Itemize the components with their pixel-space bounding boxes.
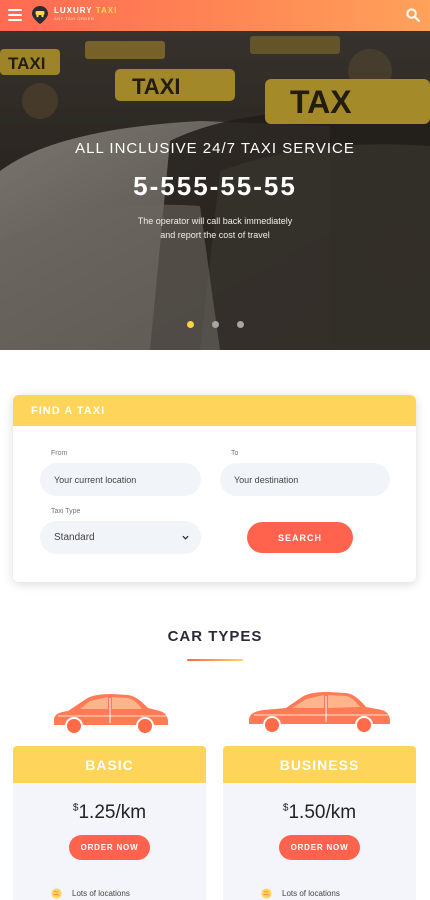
find-taxi-heading: FIND A TAXI xyxy=(13,395,416,426)
to-value: Your destination xyxy=(234,474,299,485)
plan-name: BUSINESS xyxy=(223,746,416,783)
globe-icon xyxy=(51,888,62,899)
find-taxi-form: FIND A TAXI From Your current location T… xyxy=(13,395,416,582)
order-now-button[interactable]: ORDER NOW xyxy=(279,835,360,860)
to-label: To xyxy=(231,450,239,457)
logo-icon xyxy=(32,6,48,24)
logo[interactable]: LUXURY TAXI ANY TAXI ORDER xyxy=(54,6,117,22)
price-value: 1.50/km xyxy=(288,802,357,823)
chevron-down-icon xyxy=(182,535,189,540)
from-label: From xyxy=(51,450,68,457)
slider-dot-2[interactable] xyxy=(211,321,219,328)
taxi-type-label: Taxi Type xyxy=(51,508,81,515)
plan-card-business: BUSINESS $1.50/km ORDER NOW Lots of loca… xyxy=(223,746,416,900)
to-field[interactable]: Your destination xyxy=(220,463,390,496)
globe-icon xyxy=(261,888,272,899)
logo-main: LUXURY xyxy=(54,6,93,15)
order-now-button[interactable]: ORDER NOW xyxy=(69,835,150,860)
hero-subtitle-line1: The operator will call back immediately xyxy=(137,216,293,226)
car-types-title: CAR TYPES xyxy=(167,628,263,645)
sedan-car-icon xyxy=(54,694,168,735)
plan-feature: Lots of locations xyxy=(261,888,340,899)
search-button[interactable]: SEARCH xyxy=(247,522,353,553)
hamburger-icon[interactable] xyxy=(8,9,22,21)
slider-pagination xyxy=(0,321,430,328)
plan-feature: Lots of locations xyxy=(51,888,130,899)
taxi-type-value: Standard xyxy=(54,532,95,543)
header-bar: LUXURY TAXI ANY TAXI ORDER xyxy=(0,0,430,31)
hero-slider: TAXI TAXI TAX ALL INCLUSIVE 24/7 TAXI SE… xyxy=(0,31,430,350)
slider-dot-1[interactable] xyxy=(186,321,194,328)
plan-card-basic: BASIC $1.25/km ORDER NOW Lots of locatio… xyxy=(13,746,206,900)
logo-tagline: ANY TAXI ORDER xyxy=(54,16,95,21)
logo-accent: TAXI xyxy=(95,6,118,15)
hero-content: ALL INCLUSIVE 24/7 TAXI SERVICE 5-555-55… xyxy=(0,31,430,350)
from-field[interactable]: Your current location xyxy=(40,463,201,496)
plan-price: $1.25/km xyxy=(13,802,206,824)
title-underline xyxy=(187,659,243,661)
search-icon[interactable] xyxy=(406,8,420,22)
plan-name: BASIC xyxy=(13,746,206,783)
plan-feature-text: Lots of locations xyxy=(282,889,340,898)
price-value: 1.25/km xyxy=(78,802,147,823)
taxi-type-select[interactable]: Standard xyxy=(40,521,201,554)
from-value: Your current location xyxy=(54,474,137,485)
plan-feature-text: Lots of locations xyxy=(72,889,130,898)
business-car-icon xyxy=(249,692,390,734)
slider-dot-3[interactable] xyxy=(236,321,244,328)
hero-phone-number[interactable]: 5-555-55-55 xyxy=(0,171,430,202)
hero-subtitle-line2: and report the cost of travel xyxy=(160,230,270,240)
plan-price: $1.50/km xyxy=(223,802,416,824)
hero-title: ALL INCLUSIVE 24/7 TAXI SERVICE xyxy=(75,140,355,157)
